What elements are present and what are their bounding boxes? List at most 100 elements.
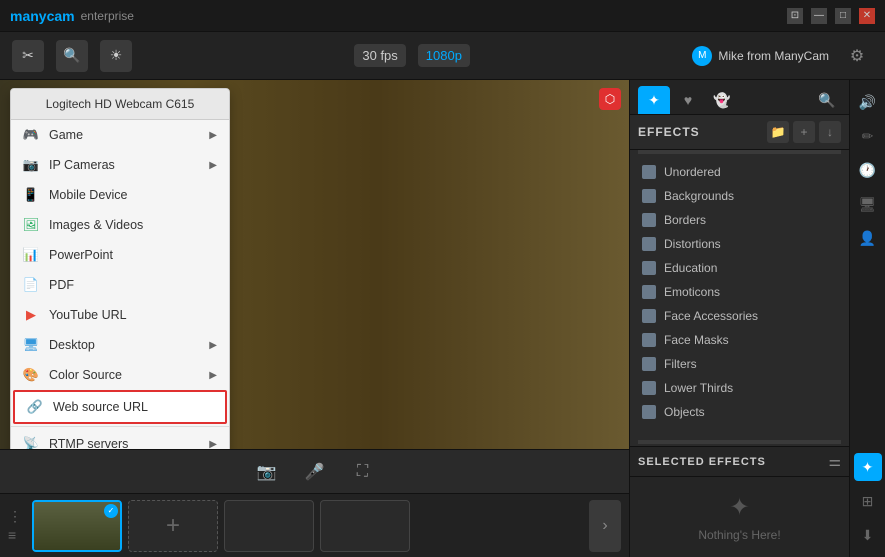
layer-active-indicator: ✓ [104,504,118,518]
dropdown-item-youtube[interactable]: ▶ YouTube URL [11,300,229,330]
resolution-display: 1080p [418,44,470,67]
layer-empty-1 [224,500,314,552]
tab-effects-magic[interactable]: ✦ [638,86,670,114]
sidebar-clock-btn[interactable]: 🕐 [854,156,882,184]
user-info: M Mike from ManyCam [692,46,829,66]
dropdown-item-desktop[interactable]: 🖥 Desktop ▶ [11,330,229,360]
right-sidebar: 🔊 ✏ 🕐 🖥 👤 ✦ ⊞ ⬇ [849,80,885,557]
dropdown-item-ppt[interactable]: 📊 PowerPoint [11,240,229,270]
layer-lines-icon[interactable]: ≡ [8,527,22,543]
maximize-btn[interactable]: □ [835,8,851,24]
desktop-icon: 🖥 [23,337,39,353]
selected-effects-header: SELECTED EFFECTS ⚌ [630,447,849,477]
web-icon: 🔗 [27,399,43,415]
folder-distortions-icon [642,237,656,251]
effect-item-emoticons[interactable]: Emoticons [630,280,849,304]
sidebar-person-btn[interactable]: 👤 [854,224,882,252]
scroll-bottom-indicator [638,440,841,444]
layer-strip: ⋮ ≡ ✓ + › [0,493,629,557]
settings-button[interactable]: ⚙ [841,40,873,72]
add-layer-button[interactable]: + [128,500,218,552]
folder-face-masks-icon [642,333,656,347]
dropdown-item-pdf[interactable]: 📄 PDF [11,270,229,300]
ppt-label: PowerPoint [49,248,113,262]
ppt-icon: 📊 [23,247,39,263]
tab-effects-heart[interactable]: ♥ [672,86,704,114]
fps-display: 30 fps [354,44,405,67]
effect-item-lower-thirds[interactable]: Lower Thirds [630,376,849,400]
effect-label-face-masks: Face Masks [664,333,729,347]
dropdown-item-ip[interactable]: 📷 IP Cameras ▶ [11,150,229,180]
effects-tabs: ✦ ♥ 👻 🔍 [630,80,849,115]
nothing-text: Nothing's Here! [698,528,780,542]
effect-label-borders: Borders [664,213,706,227]
screenshot-button[interactable]: 📷 [251,456,283,488]
pdf-icon: 📄 [23,277,39,293]
effect-item-education[interactable]: Education [630,256,849,280]
folder-face-accessories-icon [642,309,656,323]
effect-item-filters[interactable]: Filters [630,352,849,376]
brightness-button[interactable]: ☀ [100,40,132,72]
effects-list: Unordered Backgrounds Borders Distortion… [630,156,849,438]
dropdown-item-rtmp[interactable]: 📡 RTMP servers ▶ [11,429,229,449]
record-indicator[interactable]: ⬡ [599,88,621,110]
youtube-icon: ▶ [23,307,39,323]
images-icon: 🖼 [23,217,39,233]
layer-dots-icon[interactable]: ⋮ [8,508,22,525]
sidebar-draw-btn[interactable]: ✏ [854,122,882,150]
effect-label-objects: Objects [664,405,705,419]
crop-button[interactable]: ✂ [12,40,44,72]
effect-item-unordered[interactable]: Unordered [630,160,849,184]
restore-btn[interactable]: ⊡ [787,8,803,24]
ip-arrow: ▶ [209,160,217,171]
effects-folder-btn[interactable]: 📁 [767,121,789,143]
layer-next-button[interactable]: › [589,500,621,552]
main-toolbar: ✂ 🔍 ☀ 30 fps 1080p M Mike from ManyCam ⚙ [0,32,885,80]
zoom-button[interactable]: 🔍 [56,40,88,72]
desktop-arrow: ▶ [209,340,217,351]
dropdown-item-game[interactable]: 🎮 Game ▶ [11,120,229,150]
sidebar-grid-btn[interactable]: ⊞ [854,487,882,515]
effect-item-objects[interactable]: Objects [630,400,849,424]
minimize-btn[interactable]: — [811,8,827,24]
main-content: Logitech HD Webcam C615 🎮 Game ▶ 📷 IP Ca… [0,80,885,557]
selected-effects-settings-icon[interactable]: ⚌ [828,453,841,470]
title-bar-controls: ⊡ — □ ✕ [787,8,875,24]
dropdown-item-color[interactable]: 🎨 Color Source ▶ [11,360,229,390]
effect-item-face-accessories[interactable]: Face Accessories [630,304,849,328]
dropdown-divider-1 [11,426,229,427]
user-avatar: M [692,46,712,66]
pdf-label: PDF [49,278,74,292]
effect-item-borders[interactable]: Borders [630,208,849,232]
effects-download-btn[interactable]: ↓ [819,121,841,143]
rtmp-arrow: ▶ [209,439,217,450]
effect-item-backgrounds[interactable]: Backgrounds [630,184,849,208]
folder-filters-icon [642,357,656,371]
folder-backgrounds-icon [642,189,656,203]
sidebar-magic-btn[interactable]: ✦ [854,453,882,481]
effect-label-face-accessories: Face Accessories [664,309,758,323]
effect-item-distortions[interactable]: Distortions [630,232,849,256]
mobile-label: Mobile Device [49,188,128,202]
selected-effects-panel: SELECTED EFFECTS ⚌ ✦ Nothing's Here! [630,446,849,557]
effect-label-emoticons: Emoticons [664,285,720,299]
tab-effects-mask[interactable]: 👻 [706,86,738,114]
app-edition: enterprise [81,9,134,23]
dropdown-item-mobile[interactable]: 📱 Mobile Device [11,180,229,210]
layer-thumb-1[interactable]: ✓ [32,500,122,552]
effect-item-face-masks[interactable]: Face Masks [630,328,849,352]
sidebar-layers-btn[interactable]: ⬇ [854,521,882,549]
fullscreen-button[interactable]: ⛶ [347,456,379,488]
sidebar-volume-btn[interactable]: 🔊 [854,88,882,116]
web-label: Web source URL [53,400,148,414]
effects-add-btn[interactable]: + [793,121,815,143]
close-btn[interactable]: ✕ [859,8,875,24]
dropdown-item-web[interactable]: 🔗 Web source URL [13,390,227,424]
dropdown-item-images[interactable]: 🖼 Images & Videos [11,210,229,240]
scroll-top-indicator [638,150,841,154]
user-name: Mike from ManyCam [718,49,829,63]
effects-search-button[interactable]: 🔍 [813,86,841,114]
mic-button[interactable]: 🎤 [299,456,331,488]
rtmp-label: RTMP servers [49,437,128,449]
sidebar-screen-btn[interactable]: 🖥 [854,190,882,218]
